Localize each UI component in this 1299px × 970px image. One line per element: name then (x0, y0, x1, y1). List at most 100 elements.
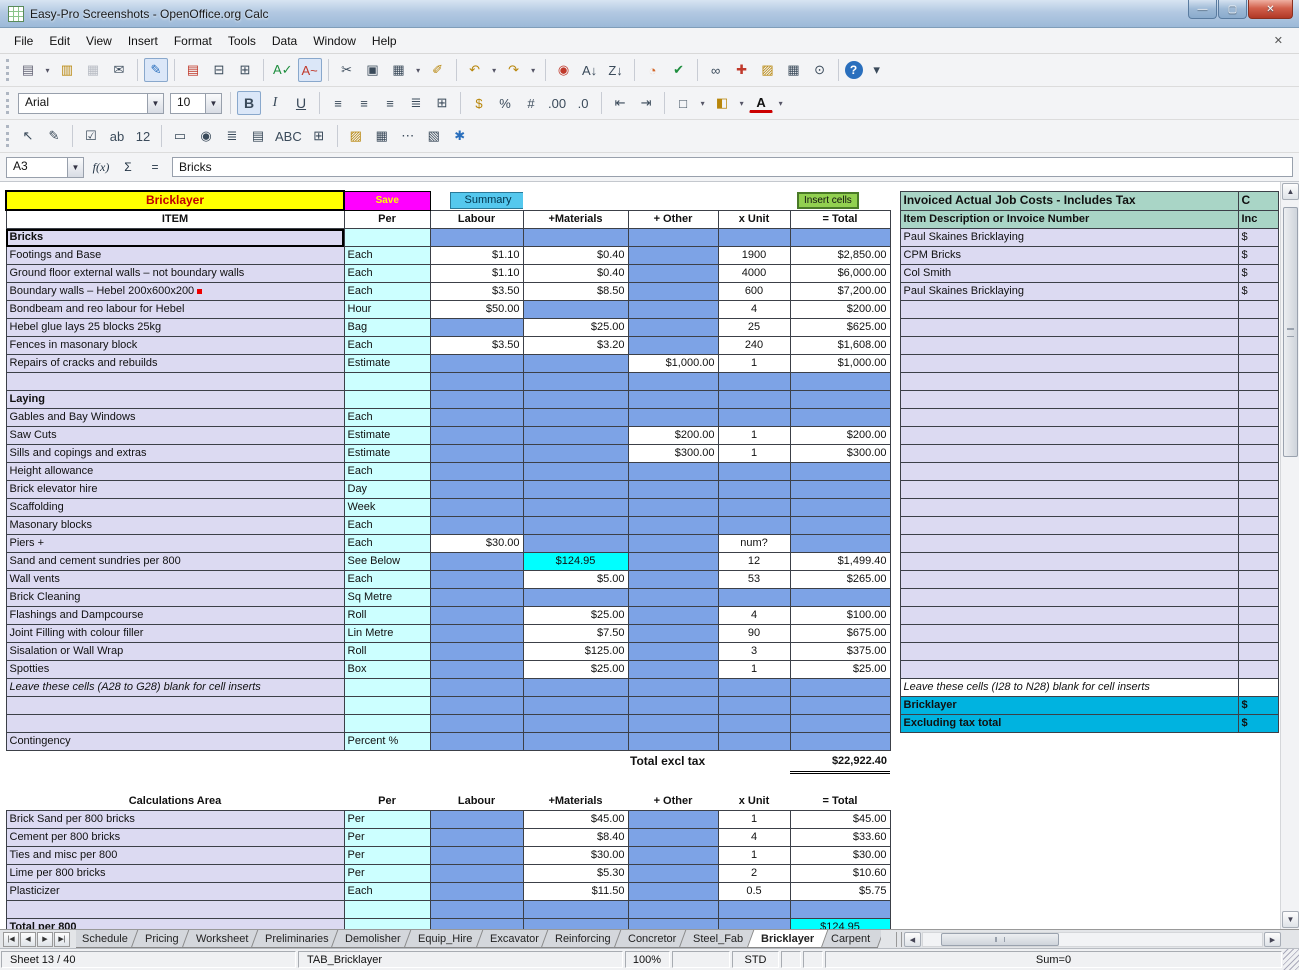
cell-labour[interactable] (430, 499, 523, 517)
close-document-icon[interactable]: ✕ (1264, 34, 1293, 47)
chart-icon[interactable]: ◔ (641, 58, 665, 82)
menu-format[interactable]: Format (166, 30, 220, 52)
tab-reinforcing[interactable]: Reinforcing (541, 930, 625, 948)
cell-item[interactable]: Joint Filling with colour filler (6, 625, 344, 643)
cell-item[interactable]: Brick elevator hire (6, 481, 344, 499)
cell-unit[interactable]: 25 (718, 319, 790, 337)
cell-description[interactable]: CPM Bricks (900, 247, 1238, 265)
cell-description[interactable]: Bricklayer (900, 697, 1238, 715)
cell-gap[interactable] (890, 283, 900, 301)
cell-total[interactable] (790, 535, 890, 553)
cell-item[interactable]: Brick Sand per 800 bricks (6, 811, 344, 829)
cell-materials[interactable] (523, 355, 628, 373)
add-decimal-icon[interactable]: .00 (545, 91, 569, 115)
cell-per[interactable]: Each (344, 883, 430, 901)
cell-inc-cut[interactable] (1238, 337, 1278, 355)
cell[interactable] (890, 793, 900, 811)
format-paintbrush-icon[interactable]: ✐ (426, 58, 450, 82)
cell-materials[interactable] (523, 499, 628, 517)
cell-gap[interactable] (890, 847, 900, 865)
cell-unit[interactable] (718, 391, 790, 409)
cell-item[interactable]: Plasticizer (6, 883, 344, 901)
cell-total[interactable]: $625.00 (790, 319, 890, 337)
scroll-up-icon[interactable]: ▲ (1282, 183, 1299, 200)
name-box[interactable]: A3 ▼ (6, 157, 84, 178)
cell-labour[interactable] (430, 355, 523, 373)
cell-description[interactable] (900, 301, 1238, 319)
cell-unit[interactable]: 1900 (718, 247, 790, 265)
help-icon[interactable]: ? (845, 61, 863, 79)
cell-unit[interactable]: 4 (718, 301, 790, 319)
cell[interactable] (1238, 919, 1278, 930)
cell-unit[interactable] (718, 733, 790, 751)
undo-icon-dropdown[interactable]: ▾ (489, 66, 500, 75)
italic-button[interactable]: I (263, 91, 287, 115)
email-icon[interactable]: ✉ (107, 58, 131, 82)
cell-unit[interactable]: 53 (718, 571, 790, 589)
cell-per[interactable] (344, 901, 430, 919)
cell-unit[interactable]: 1 (718, 847, 790, 865)
print-icon[interactable]: ⊟ (207, 58, 231, 82)
cell-per[interactable]: Each (344, 535, 430, 553)
cell[interactable] (890, 773, 900, 793)
cell-item[interactable]: Sand and cement sundries per 800 (6, 553, 344, 571)
cell-labour[interactable]: $30.00 (430, 535, 523, 553)
cell-materials[interactable]: $25.00 (523, 607, 628, 625)
cell[interactable] (1238, 773, 1278, 793)
horizontal-scroll-track[interactable] (922, 932, 1263, 947)
cell-labour[interactable] (430, 589, 523, 607)
cell-item[interactable]: Bricks (6, 229, 344, 247)
cell-gap[interactable] (890, 499, 900, 517)
combo-box-icon[interactable]: ▤ (246, 124, 270, 148)
cell-labour[interactable] (430, 901, 523, 919)
cell-description[interactable] (900, 553, 1238, 571)
export-pdf-icon[interactable]: ▤ (181, 58, 205, 82)
new-document-icon-dropdown[interactable]: ▾ (42, 66, 53, 75)
cell-gap[interactable] (890, 661, 900, 679)
cell-unit[interactable] (718, 481, 790, 499)
cell-materials[interactable]: $7.50 (523, 625, 628, 643)
cell-other[interactable] (628, 715, 718, 733)
toolbar-options-icon[interactable]: ▾ (865, 58, 889, 82)
cell-gap[interactable] (890, 373, 900, 391)
maximize-button[interactable]: ▢ (1218, 0, 1247, 19)
cell-unit[interactable] (718, 409, 790, 427)
cell-inc-cut[interactable] (1238, 865, 1278, 883)
cell[interactable] (1238, 793, 1278, 811)
formatted-field-icon[interactable]: 12 (131, 124, 155, 148)
cell-gap[interactable] (890, 571, 900, 589)
cell-gap[interactable] (890, 715, 900, 733)
paste-icon-dropdown[interactable]: ▾ (413, 66, 424, 75)
merge-cells-icon[interactable]: ⊞ (430, 91, 454, 115)
select-pointer-icon[interactable]: ↖ (16, 124, 40, 148)
justify-icon[interactable]: ≣ (404, 91, 428, 115)
cell-item[interactable] (6, 697, 344, 715)
cell-materials[interactable] (523, 517, 628, 535)
cell-other[interactable] (628, 733, 718, 751)
cell-materials[interactable]: $3.20 (523, 337, 628, 355)
cell-total[interactable]: $7,200.00 (790, 283, 890, 301)
cell-inc-cut[interactable] (1238, 463, 1278, 481)
cell-total[interactable]: $675.00 (790, 625, 890, 643)
menu-edit[interactable]: Edit (41, 30, 78, 52)
cell-description[interactable] (900, 337, 1238, 355)
text-box-icon[interactable]: ab (105, 124, 129, 148)
cell-per[interactable]: Each (344, 571, 430, 589)
cell-other[interactable]: $300.00 (628, 445, 718, 463)
cell-total[interactable] (790, 499, 890, 517)
cell-total[interactable]: $45.00 (790, 811, 890, 829)
cell-labour[interactable] (430, 679, 523, 697)
formula-input[interactable]: Bricks (172, 157, 1293, 177)
cell-item[interactable]: Wall vents (6, 571, 344, 589)
cell-total[interactable] (790, 901, 890, 919)
cell-gap[interactable] (890, 445, 900, 463)
cell-per[interactable]: Percent % (344, 733, 430, 751)
cell-description[interactable] (900, 463, 1238, 481)
cell-other[interactable] (628, 283, 718, 301)
cell-labour[interactable] (430, 391, 523, 409)
chevron-down-icon[interactable]: ▼ (147, 94, 163, 113)
cell-inc-cut[interactable]: $ (1238, 283, 1278, 301)
cell-gap[interactable] (890, 679, 900, 697)
cell-description[interactable] (900, 355, 1238, 373)
cell-unit[interactable]: 4 (718, 607, 790, 625)
